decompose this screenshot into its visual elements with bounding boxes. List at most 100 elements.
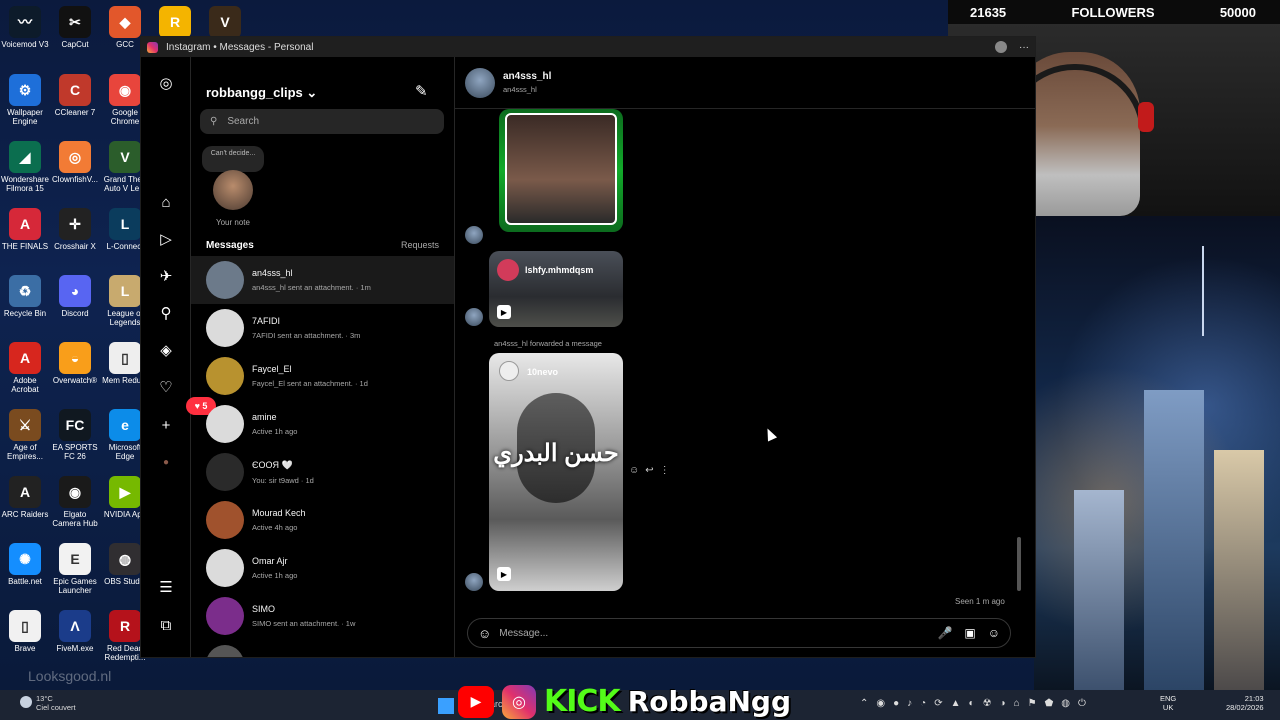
voicemod-icon: 〰 — [9, 6, 41, 38]
more-options-icon[interactable]: ··· — [1019, 42, 1029, 53]
image-icon[interactable]: ▣ — [964, 626, 975, 640]
language-indicator[interactable]: ENG UK — [1160, 694, 1176, 712]
desktop-shortcut[interactable]: ♻ Recycle Bin — [0, 275, 50, 318]
thread-avatar — [206, 645, 244, 657]
emoji-icon[interactable]: ☺ — [478, 626, 491, 641]
desktop-shortcut[interactable]: ✂ CapCut — [50, 6, 100, 49]
thread-item[interactable]: Faycel_El Faycel_El sent an attachment. ·… — [191, 352, 454, 400]
gta-icon: V — [109, 141, 141, 173]
more-icon[interactable]: ⋮ — [660, 465, 670, 476]
desktop-shortcut[interactable]: ◢ Wondershare Filmora 15 — [0, 141, 50, 193]
desktop-shortcut-label: Crosshair X — [54, 242, 96, 251]
reply-icon[interactable]: ↩ — [645, 465, 653, 476]
desktop-shortcut[interactable]: ⚙ Wallpaper Engine — [0, 74, 50, 126]
brave-icon: ▯ — [9, 610, 41, 642]
tray-icon[interactable]: ◉ — [876, 698, 885, 709]
profile-avatar-mini[interactable] — [995, 41, 1007, 53]
scrollbar[interactable] — [1017, 537, 1021, 591]
message-composer[interactable]: ☺ Message... 🎤 ▣ ☺ — [467, 618, 1011, 648]
tray-icon[interactable]: ● — [893, 698, 899, 709]
microphone-icon[interactable]: 🎤 — [937, 626, 952, 640]
filmora-icon: ◢ — [9, 141, 41, 173]
desktop-shortcut[interactable]: E Epic Games Launcher — [50, 543, 100, 595]
youtube-icon: ▶ — [458, 685, 494, 718]
tray-icon[interactable]: ⟳ — [934, 698, 942, 709]
desktop-shortcut[interactable]: ◕ Discord — [50, 275, 100, 318]
thread-item[interactable]: Mourad Kech Active 4h ago — [191, 496, 454, 544]
thread-item[interactable]: youssef — [191, 640, 454, 657]
apps-icon[interactable]: ⧉ — [156, 615, 176, 635]
account-switcher[interactable]: robbangg_clips ⌄ — [206, 85, 317, 101]
contact-username: an4sss_hl — [503, 85, 537, 94]
search-input[interactable]: ⚲ Search — [200, 109, 444, 134]
note-bubble[interactable]: Can't decide... — [202, 146, 264, 172]
desktop-shortcut[interactable]: 〰 Voicemod V3 — [0, 6, 50, 49]
desktop-shortcut[interactable]: FC EA SPORTS FC 26 — [50, 409, 100, 461]
weather-widget[interactable]: 13°C Ciel couvert — [20, 694, 76, 712]
tray-icon[interactable]: ⬟ — [1045, 698, 1054, 709]
desktop-shortcut[interactable]: ◒ Overwatch® — [50, 342, 100, 385]
instagram-logo-icon[interactable]: ◎ — [156, 73, 176, 93]
start-button[interactable] — [438, 698, 454, 714]
tray-icon[interactable]: ⌂ — [1014, 698, 1020, 709]
desktop-shortcut[interactable]: A THE FINALS — [0, 208, 50, 251]
desktop-shortcut[interactable]: ✺ Battle.net — [0, 543, 50, 586]
desktop-shortcut[interactable]: C CCleaner 7 — [50, 74, 100, 117]
nav-rail: ◎ ⌂ ▷ ✈ ⚲ ◈ ♡ ♥ 5 + ● ☰ ⧉ — [141, 57, 216, 657]
thread-item[interactable]: ЄOOЯ 🤍 You: sir t9awd · 1d — [191, 448, 454, 496]
thread-item[interactable]: SIMO SIMO sent an attachment. · 1w — [191, 592, 454, 640]
tray-icon[interactable]: ◍ — [1061, 698, 1070, 709]
tray-icon[interactable]: ⏻ — [1078, 698, 1086, 709]
requests-link[interactable]: Requests — [401, 240, 439, 250]
desktop-shortcut[interactable]: ◎ ClownfishV... — [50, 141, 100, 184]
followers-current: 21635 — [970, 4, 1007, 20]
shared-reel-3[interactable]: 10nevo حسن البدري ▶ — [489, 353, 623, 591]
home-icon[interactable]: ⌂ — [156, 192, 176, 212]
tray-icon[interactable]: ⌃ — [860, 698, 868, 709]
tray-icon[interactable]: ⚑ — [1028, 698, 1037, 709]
ccleaner-icon: C — [59, 74, 91, 106]
conversation-panel: an4sss_hl an4sss_hl lshfy.mhmdqsm ▶ an4s… — [455, 57, 1035, 657]
desktop-shortcut[interactable]: ◉ Elgato Camera Hub — [50, 476, 100, 528]
search-icon[interactable]: ⚲ — [156, 303, 176, 323]
tray-icon[interactable]: ▲ — [951, 698, 961, 709]
desktop-shortcut[interactable]: Λ FiveM.exe — [50, 610, 100, 653]
tray-icon[interactable]: ◔ — [920, 698, 926, 709]
compose-icon[interactable]: ✎ — [415, 82, 428, 100]
tray-icon[interactable]: ◐ — [969, 698, 975, 709]
tray-icon[interactable]: ☢ — [983, 698, 992, 709]
contact-avatar[interactable] — [465, 67, 495, 98]
messages-icon[interactable]: ✈ — [156, 266, 176, 286]
desktop-shortcut-label: THE FINALS — [1, 242, 49, 251]
desktop-shortcut[interactable]: ▯ Brave — [0, 610, 50, 653]
desktop-shortcut[interactable]: ⚔ Age of Empires... — [0, 409, 50, 461]
profile-icon[interactable]: ● — [156, 452, 176, 472]
tray-icon[interactable]: ♪ — [907, 698, 912, 709]
reels-icon[interactable]: ▷ — [156, 229, 176, 249]
note-avatar[interactable] — [213, 170, 253, 210]
seen-status: Seen 1 m ago — [955, 597, 1005, 606]
desktop-shortcut[interactable]: A ARC Raiders — [0, 476, 50, 519]
tray-icon[interactable]: ◑ — [1000, 698, 1006, 709]
reel-author-avatar — [499, 361, 519, 381]
sticker-icon[interactable]: ☺ — [988, 626, 1000, 640]
league-icon: L — [109, 275, 141, 307]
react-icon[interactable]: ☺ — [629, 465, 639, 476]
thread-item[interactable]: Omar Ajr Active 1h ago — [191, 544, 454, 592]
create-icon[interactable]: + — [156, 415, 176, 435]
thread-item[interactable]: 7AFIDI 7AFIDI sent an attachment. · 3m — [191, 304, 454, 352]
desktop-shortcut[interactable]: A Adobe Acrobat — [0, 342, 50, 394]
streamer-handle: RobbaNgg — [627, 685, 791, 718]
clock[interactable]: 21:03 28/02/2026 — [1226, 694, 1264, 712]
conversation-header[interactable]: an4sss_hl an4sss_hl — [455, 57, 1035, 109]
message-input[interactable]: Message... — [499, 628, 548, 639]
thread-item[interactable]: an4sss_hl an4sss_hl sent an attachment. ·… — [191, 256, 454, 304]
thread-item[interactable]: amine Active 1h ago — [191, 400, 454, 448]
desktop-shortcut[interactable]: ✛ Crosshair X — [50, 208, 100, 251]
notifications-icon[interactable]: ♡ — [156, 377, 176, 397]
shared-reel-2[interactable]: lshfy.mhmdqsm ▶ — [489, 251, 623, 327]
explore-icon[interactable]: ◈ — [156, 340, 176, 360]
menu-icon[interactable]: ☰ — [156, 577, 176, 597]
desktop-shortcut-label: CapCut — [61, 40, 89, 49]
shared-post-1[interactable] — [499, 109, 623, 232]
